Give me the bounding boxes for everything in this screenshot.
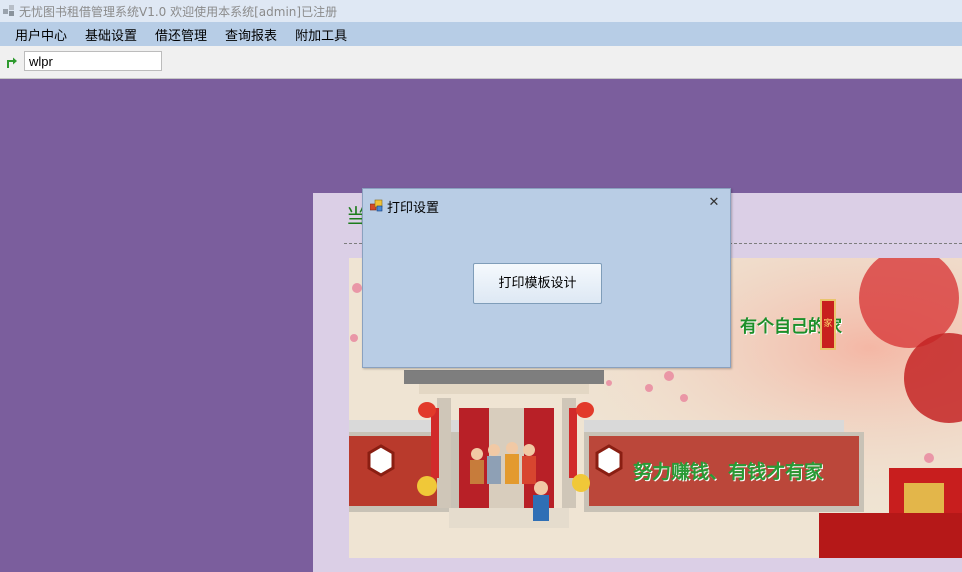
print-template-design-button[interactable]: 打印模板设计 (473, 263, 602, 304)
close-icon[interactable]: ✕ (707, 196, 721, 210)
window-titlebar: 无忧图书租借管理系统V1.0 欢迎使用本系统[admin]已注册 (0, 0, 962, 22)
menu-borrow-return[interactable]: 借还管理 (146, 25, 216, 44)
menu-query-reports[interactable]: 查询报表 (216, 25, 286, 44)
green-turn-arrow-icon[interactable] (5, 55, 19, 69)
command-input[interactable] (24, 51, 162, 71)
banner-seal: 家 (820, 299, 836, 350)
menu-basic-settings[interactable]: 基础设置 (76, 25, 146, 44)
menu-extra-tools[interactable]: 附加工具 (286, 25, 356, 44)
dialog-window-icon (370, 199, 383, 212)
menu-user-center[interactable]: 用户中心 (6, 25, 76, 44)
app-icon (3, 5, 15, 17)
window-title: 无忧图书租借管理系统V1.0 欢迎使用本系统[admin]已注册 (19, 4, 338, 19)
banner-slogan-bottom: 努力赚钱、有钱才有家 (633, 461, 824, 483)
dialog-title: 打印设置 (387, 201, 440, 216)
print-settings-dialog: 打印设置 ✕ 打印模板设计 (362, 188, 731, 368)
menubar: 用户中心 基础设置 借还管理 查询报表 附加工具 (0, 22, 962, 46)
